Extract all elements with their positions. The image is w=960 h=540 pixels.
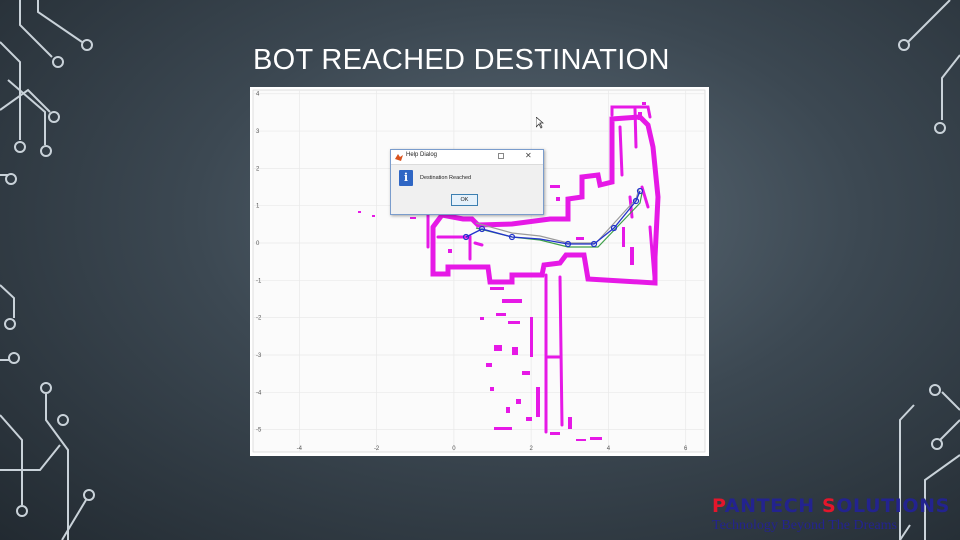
x-tick-label: -2 <box>374 446 380 452</box>
info-icon: i <box>399 170 413 186</box>
y-tick-label: -4 <box>256 390 262 396</box>
logo-suffix: OLUTIONS <box>836 495 950 517</box>
close-icon[interactable]: ✕ <box>525 151 532 161</box>
circuit-decoration-right <box>898 0 960 540</box>
occupancy-map-plot: 43210-1-2-3-4-5 -4 -2 0 2 4 6 <box>250 87 709 456</box>
pantech-logo: PANTECH SOLUTIONS <box>712 495 950 517</box>
logo-prefix: P <box>712 495 725 517</box>
circuit-decoration-left <box>0 0 95 540</box>
logo-accent: S <box>822 495 837 517</box>
dialog-titlebar[interactable]: Help Dialog ✕ <box>391 150 543 165</box>
ok-button[interactable]: OK <box>451 194 478 206</box>
matlab-icon <box>395 154 403 161</box>
y-tick-label: -1 <box>256 278 262 284</box>
dialog-title: Help Dialog <box>406 152 438 158</box>
slide-title: BOT REACHED DESTINATION <box>253 44 670 76</box>
matlab-figure-screenshot: 4 3 2 1 0 -1 -2 -3 -4 -5 -4 -2 0 2 4 6 H… <box>250 87 709 456</box>
dialog-message: Destination Reached <box>420 175 472 181</box>
y-tick-label: -5 <box>256 428 262 434</box>
logo-tagline: Technology Beyond The Dreams <box>712 518 897 533</box>
y-tick-label: -3 <box>256 353 262 359</box>
logo-middle: ANTECH <box>724 495 822 517</box>
x-tick-label: -4 <box>297 446 303 452</box>
maximize-icon[interactable] <box>498 153 504 159</box>
help-dialog: Help Dialog ✕ i Destination Reached OK <box>390 149 544 215</box>
y-tick-label: -2 <box>256 316 262 322</box>
mouse-cursor-icon <box>536 117 544 129</box>
